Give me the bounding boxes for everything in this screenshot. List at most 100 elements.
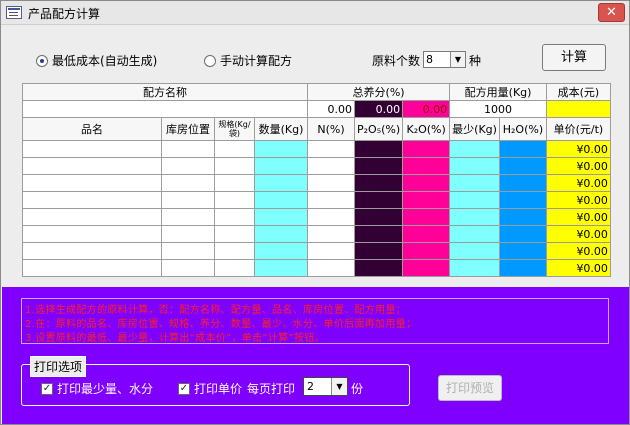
row-p-cell[interactable]	[353, 208, 404, 226]
row-name-cell[interactable]	[22, 225, 162, 243]
row-min-cell[interactable]	[449, 208, 500, 226]
row-price-cell[interactable]: ¥0.00	[545, 225, 611, 243]
row-name-cell[interactable]	[22, 140, 162, 158]
row-p-cell[interactable]	[353, 225, 404, 243]
print-min-water-checkbox[interactable]: ✓ 打印最少量、水分	[41, 380, 153, 397]
row-p-cell[interactable]	[353, 191, 404, 209]
row-price-cell[interactable]: ¥0.00	[545, 208, 611, 226]
row-qty-cell[interactable]	[254, 191, 308, 209]
row-min-cell[interactable]	[449, 191, 500, 209]
row-spec-cell[interactable]	[214, 225, 255, 243]
radio-unselected-icon[interactable]	[204, 54, 216, 67]
row-spec-cell[interactable]	[214, 174, 255, 192]
row-n-cell[interactable]	[307, 191, 355, 209]
row-p-cell[interactable]	[353, 140, 404, 158]
radio-manual[interactable]: 手动计算配方	[204, 52, 292, 69]
row-name-cell[interactable]	[22, 242, 162, 260]
row-min-cell[interactable]	[449, 140, 500, 158]
row-n-cell[interactable]	[307, 259, 355, 277]
row-location-cell[interactable]	[161, 191, 215, 209]
row-price-cell[interactable]: ¥0.00	[545, 174, 611, 192]
checkmark-icon[interactable]: ✓	[178, 382, 190, 395]
print-price-checkbox[interactable]: ✓ 打印单价	[178, 380, 242, 397]
row-location-cell[interactable]	[161, 242, 215, 260]
row-n-cell[interactable]	[307, 242, 355, 260]
row-n-cell[interactable]	[307, 225, 355, 243]
row-price-cell[interactable]: ¥0.00	[545, 259, 611, 277]
material-rows: ¥0.00 ¥0.00 ¥0.00 ¥0.00 ¥0.00 ¥0.00 ¥0.00 ¥0.00	[22, 140, 611, 277]
row-name-cell[interactable]	[22, 157, 162, 175]
radio-min-cost[interactable]: 最低成本(自动生成)	[36, 52, 157, 69]
row-n-cell[interactable]	[307, 157, 355, 175]
row-qty-cell[interactable]	[254, 208, 308, 226]
row-location-cell[interactable]	[161, 208, 215, 226]
row-min-cell[interactable]	[449, 157, 500, 175]
row-k-cell[interactable]	[402, 157, 451, 175]
row-water-cell[interactable]	[498, 140, 547, 158]
radio-selected-icon[interactable]	[36, 54, 48, 67]
row-spec-cell[interactable]	[214, 140, 255, 158]
row-name-cell[interactable]	[22, 208, 162, 226]
row-location-cell[interactable]	[161, 157, 215, 175]
row-spec-cell[interactable]	[214, 208, 255, 226]
row-min-cell[interactable]	[449, 225, 500, 243]
row-name-cell[interactable]	[22, 174, 162, 192]
row-min-cell[interactable]	[449, 259, 500, 277]
row-water-cell[interactable]	[498, 242, 547, 260]
copies-select[interactable]: 2 ▼	[303, 377, 348, 396]
material-count-select[interactable]: 8 ▼	[423, 51, 466, 68]
row-water-cell[interactable]	[498, 157, 547, 175]
row-price-cell[interactable]: ¥0.00	[545, 242, 611, 260]
row-k-cell[interactable]	[402, 140, 451, 158]
row-k-cell[interactable]	[402, 259, 451, 277]
row-spec-cell[interactable]	[214, 259, 255, 277]
row-name-cell[interactable]	[22, 259, 162, 277]
formula-name-field[interactable]	[22, 100, 308, 118]
row-k-cell[interactable]	[402, 242, 451, 260]
row-water-cell[interactable]	[498, 259, 547, 277]
calculate-button[interactable]: 计算	[542, 44, 606, 71]
row-price-cell[interactable]: ¥0.00	[545, 191, 611, 209]
row-qty-cell[interactable]	[254, 174, 308, 192]
row-n-cell[interactable]	[307, 208, 355, 226]
row-qty-cell[interactable]	[254, 157, 308, 175]
row-k-cell[interactable]	[402, 174, 451, 192]
row-p-cell[interactable]	[353, 174, 404, 192]
row-spec-cell[interactable]	[214, 191, 255, 209]
row-qty-cell[interactable]	[254, 259, 308, 277]
checkmark-icon[interactable]: ✓	[41, 382, 53, 395]
row-water-cell[interactable]	[498, 191, 547, 209]
row-min-cell[interactable]	[449, 174, 500, 192]
row-location-cell[interactable]	[161, 259, 215, 277]
row-p-cell[interactable]	[353, 157, 404, 175]
row-water-cell[interactable]	[498, 174, 547, 192]
table-row: ¥0.00	[22, 140, 611, 158]
row-k-cell[interactable]	[402, 208, 451, 226]
row-n-cell[interactable]	[307, 174, 355, 192]
row-water-cell[interactable]	[498, 225, 547, 243]
row-name-cell[interactable]	[22, 191, 162, 209]
row-qty-cell[interactable]	[254, 140, 308, 158]
row-qty-cell[interactable]	[254, 225, 308, 243]
row-qty-cell[interactable]	[254, 242, 308, 260]
close-button[interactable]: ✕	[598, 3, 625, 22]
row-spec-cell[interactable]	[214, 242, 255, 260]
row-location-cell[interactable]	[161, 174, 215, 192]
row-price-cell[interactable]: ¥0.00	[545, 157, 611, 175]
row-location-cell[interactable]	[161, 140, 215, 158]
row-p-cell[interactable]	[353, 259, 404, 277]
formula-amount-field[interactable]: 1000	[449, 100, 547, 118]
col-n-header: N(%)	[307, 117, 355, 141]
row-spec-cell[interactable]	[214, 157, 255, 175]
row-location-cell[interactable]	[161, 225, 215, 243]
row-min-cell[interactable]	[449, 242, 500, 260]
chevron-down-icon[interactable]: ▼	[331, 378, 347, 395]
row-price-cell[interactable]: ¥0.00	[545, 140, 611, 158]
row-k-cell[interactable]	[402, 225, 451, 243]
row-p-cell[interactable]	[353, 242, 404, 260]
print-preview-button[interactable]: 打印预览	[438, 375, 502, 401]
row-k-cell[interactable]	[402, 191, 451, 209]
chevron-down-icon[interactable]: ▼	[450, 52, 465, 67]
row-water-cell[interactable]	[498, 208, 547, 226]
row-n-cell[interactable]	[307, 140, 355, 158]
